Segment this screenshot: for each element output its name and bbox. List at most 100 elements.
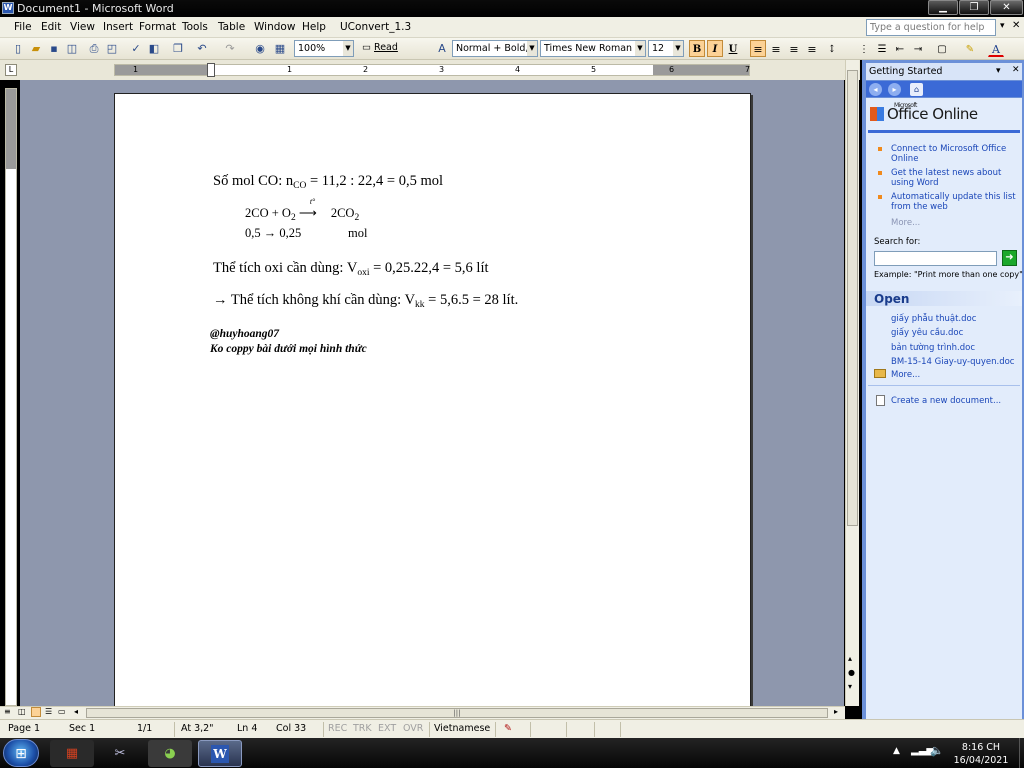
search-input[interactable] [874,251,997,266]
spelling-icon[interactable]: ✓ [128,41,144,56]
home-icon[interactable]: ⌂ [910,83,923,96]
horizontal-scroll-thumb[interactable]: ||| [86,708,828,718]
research-icon[interactable]: ◧ [146,41,162,56]
permission-icon[interactable]: ◫ [64,41,80,56]
borders-button[interactable]: ▢ [934,40,950,57]
spelling-status-icon[interactable]: ✎ [504,723,512,734]
menu-file[interactable]: File [14,21,32,33]
close-document-button[interactable]: ✕ [1012,20,1020,31]
menu-window[interactable]: Window [254,21,295,33]
task-pane-close-icon[interactable]: ✕ [1012,65,1020,75]
status-ovr[interactable]: OVR [403,723,423,734]
document-page[interactable]: Số mol CO: nCO = 11,2 : 22,4 = 0,5 mol 2… [114,93,751,713]
status-rec[interactable]: REC [328,723,347,734]
new-document-icon[interactable]: ▯ [10,41,26,56]
hyperlink-icon[interactable]: ◉ [252,41,268,56]
style-select[interactable]: Normal + Bold, It ▼ [452,40,538,57]
print-preview-icon[interactable]: ◰ [104,41,120,56]
copy-icon[interactable]: ❐ [170,41,186,56]
align-left-button[interactable]: ≡ [750,40,766,57]
link-news[interactable]: Get the latest news about using Word [891,168,1016,188]
open-more-link[interactable]: More... [891,370,920,380]
redo-icon[interactable]: ↷ [222,41,238,56]
start-button[interactable]: ⊞ [3,739,39,767]
menu-edit[interactable]: Edit [41,21,61,33]
back-icon[interactable]: ◂ [869,83,882,96]
justify-button[interactable]: ≡ [804,40,820,57]
taskbar-word-icon[interactable]: W [198,740,242,767]
task-pane-title[interactable]: Getting Started [869,66,942,77]
print-icon[interactable]: ⎙ [86,41,102,56]
link-connect[interactable]: Connect to Microsoft Office Online [891,144,1016,164]
align-center-button[interactable]: ≡ [768,40,784,57]
highlight-button[interactable]: ✎ [962,40,978,57]
normal-view-icon[interactable]: ≡ [4,707,11,716]
link-update[interactable]: Automatically update this list from the … [891,192,1016,212]
undo-icon[interactable]: ↶ [194,41,210,56]
numbering-button[interactable]: ⋮ [856,40,872,57]
recent-file[interactable]: bản tường trình.doc [891,343,975,353]
close-button[interactable]: ✕ [990,0,1023,15]
underline-button[interactable]: U [725,40,741,57]
menu-uconvert[interactable]: UConvert_1.3 [340,21,411,33]
web-view-icon[interactable]: ◫ [18,707,26,716]
menu-format[interactable]: Format [139,21,176,33]
menu-insert[interactable]: Insert [103,21,133,33]
indent-marker[interactable] [207,63,215,77]
font-color-button[interactable]: A [988,40,1004,57]
vertical-ruler[interactable] [5,88,17,706]
tables-icon[interactable]: ▦ [272,41,288,56]
align-right-button[interactable]: ≡ [786,40,802,57]
save-icon[interactable]: ▪ [46,41,62,56]
menu-table[interactable]: Table [218,21,245,33]
font-select[interactable]: Times New Roman ▼ [540,40,646,57]
browse-object-icon[interactable]: ● [848,668,855,677]
forward-icon[interactable]: ▸ [888,83,901,96]
outline-view-icon[interactable]: ☰ [45,707,52,716]
scroll-left-icon[interactable]: ◂ [74,707,78,716]
volume-icon[interactable]: 🔈 [930,744,944,757]
search-go-icon[interactable]: ➜ [1002,250,1017,266]
taskbar-browser-icon[interactable]: ◕ [148,740,192,767]
menu-help[interactable]: Help [302,21,326,33]
minimize-button[interactable]: ▁ [928,0,958,15]
menu-view[interactable]: View [70,21,95,33]
font-size-select[interactable]: 12 ▼ [648,40,684,57]
zoom-select[interactable]: 100% ▼ [294,40,354,57]
vertical-scroll-thumb[interactable] [847,70,858,526]
previous-page-icon[interactable]: ▴ [848,654,852,663]
line-spacing-button[interactable]: ↕ [824,40,840,57]
status-ext[interactable]: EXT [378,723,396,734]
horizontal-scrollbar[interactable]: ≡ ◫ ☰ ▭ ◂ ||| ▸ [0,706,845,719]
read-button[interactable]: ▭ Read [362,42,398,53]
print-layout-view-icon[interactable] [31,707,41,717]
scroll-right-icon[interactable]: ▸ [834,707,838,716]
open-folder-icon[interactable]: ▰ [28,41,44,56]
recent-file[interactable]: giấy phẫu thuật.doc [891,314,976,324]
taskbar-app-icon[interactable]: ▦ [50,740,94,767]
bold-button[interactable]: B [689,40,705,57]
chevron-down-icon[interactable]: ▾ [1000,21,1005,31]
next-page-icon[interactable]: ▾ [848,682,852,691]
word-app-icon[interactable]: W [2,2,14,14]
restore-button[interactable]: ❐ [959,0,989,15]
link-more[interactable]: More... [891,218,920,228]
decrease-indent-button[interactable]: ⇤ [892,40,908,57]
create-document-link[interactable]: Create a new document... [891,396,1001,406]
bullets-button[interactable]: ☰ [874,40,890,57]
show-hidden-icons-icon[interactable]: ▲ [893,746,900,756]
status-language[interactable]: Vietnamese [434,723,490,734]
system-clock[interactable]: 8:16 CH 16/04/2021 [944,741,1018,767]
increase-indent-button[interactable]: ⇥ [910,40,926,57]
show-desktop-button[interactable] [1019,738,1024,768]
styles-icon[interactable]: A [434,41,450,56]
tab-selector[interactable]: L [5,64,17,76]
vertical-scrollbar[interactable]: ▴ ● ▾ [845,60,859,706]
taskbar-tool-icon[interactable]: ✂ [98,740,142,767]
horizontal-ruler[interactable]: 1 1 2 3 4 5 6 7 [114,63,750,77]
menu-tools[interactable]: Tools [182,21,208,33]
italic-button[interactable]: I [707,40,723,57]
help-search-input[interactable]: Type a question for help [866,19,996,36]
task-pane-menu-icon[interactable]: ▾ [996,66,1001,76]
recent-file[interactable]: giấy yêu cầu.doc [891,328,963,338]
